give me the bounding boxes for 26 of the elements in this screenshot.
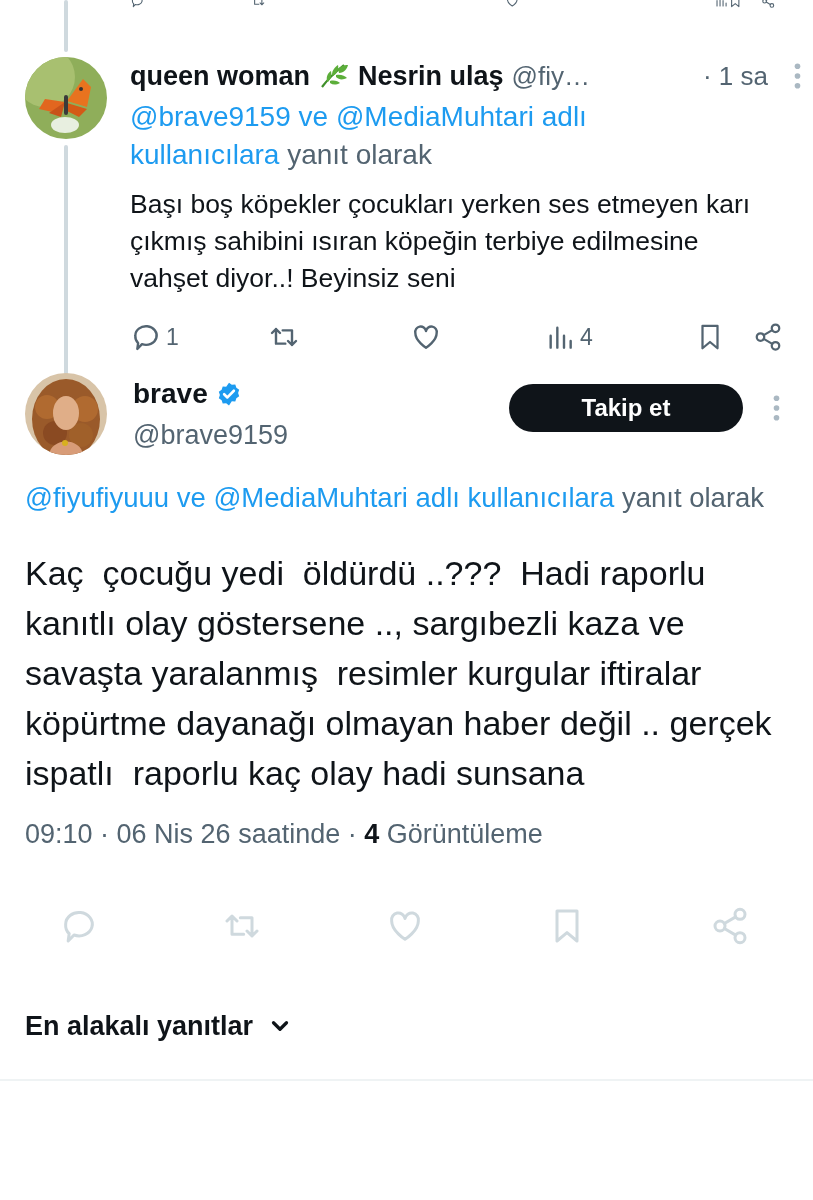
follow-button[interactable]: Takip et bbox=[509, 384, 743, 433]
display-name: queen woman bbox=[130, 59, 311, 93]
share-icon[interactable] bbox=[753, 322, 783, 352]
tweet-text: Başı boş köpekler çocukları yerken ses etmeyen karı çıkmış sahibini ısıran köpeğin terbiye edilmesine vahşet diyor..! Beyinsiz seni bbox=[130, 188, 752, 295]
mention-link[interactable]: @fiyufiyuuu bbox=[25, 481, 170, 513]
mention-link[interactable]: adlı bbox=[541, 101, 587, 132]
user-handle: @brave9159 bbox=[133, 419, 288, 452]
mention-link[interactable]: kullanıcılara bbox=[130, 139, 280, 170]
sort-dropdown[interactable]: En alakalı yanıtlar bbox=[25, 1006, 254, 1047]
display-name: brave bbox=[133, 377, 208, 411]
mention-link[interactable]: ve bbox=[298, 101, 329, 132]
count-label: 1 bbox=[166, 322, 179, 352]
tweet-metadata: 09:10 · 06 Nis 26 saatinde · 4 Görüntüleme bbox=[25, 817, 544, 851]
reply-context: @brave9159 ve @MediaMuhtari adlı kullanıcılara yanıt olarak bbox=[130, 100, 588, 172]
timestamp: · 1 sa bbox=[702, 59, 768, 93]
display-name: Nesrin ulaş bbox=[358, 59, 504, 93]
reply-context: @fiyufiyuuu ve @MediaMuhtari adlı kullanıcılara yanıt olarak bbox=[25, 480, 766, 515]
tweet-text: Kaç çocuğu yedi öldürdü ..??? Hadi raporlu kanıtlı olay göstersene .., sargıbezli kaza ve savaşta yaralanmış resimler kurgular iftiralar köpürtme dayanağı olmayan haber değil .. gerçek ispatlı raporlu kaç olay hadi sunsana bbox=[25, 552, 773, 794]
count-label: 4 bbox=[580, 322, 593, 352]
mention-link[interactable]: @brave9159 bbox=[130, 101, 291, 132]
mention-link[interactable]: @MediaMuhtari bbox=[335, 101, 534, 132]
mention-link[interactable]: kullanıcılara bbox=[467, 481, 615, 513]
mention-link[interactable]: adlı bbox=[415, 481, 460, 513]
mention-link[interactable]: @MediaMuhtari bbox=[213, 481, 408, 513]
mention-link[interactable]: ve bbox=[176, 481, 206, 513]
user-handle: @fiy… bbox=[511, 59, 590, 93]
